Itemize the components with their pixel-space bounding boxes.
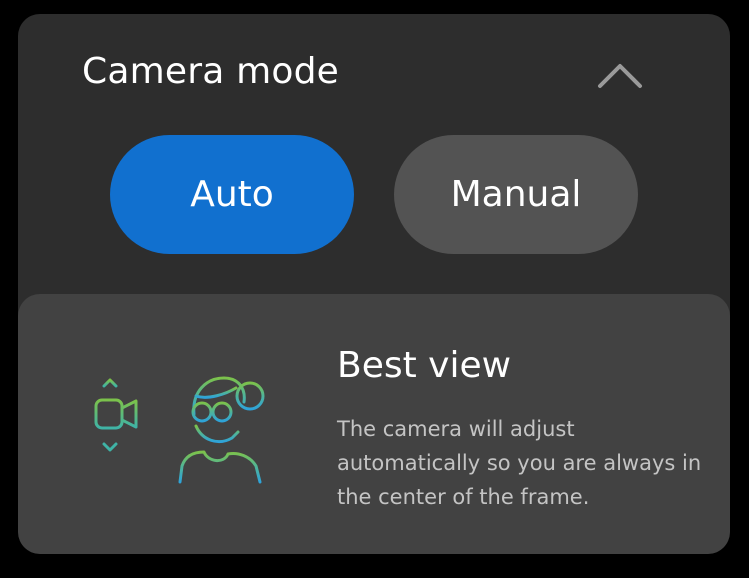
best-view-description: The camera will adjust automatically so … — [337, 417, 702, 509]
manual-mode-button[interactable]: Manual — [394, 135, 638, 254]
camera-mode-panel: Camera mode Auto Manual Best view The ca… — [18, 14, 730, 554]
best-view-title: Best view — [337, 345, 512, 386]
best-view-illustration — [94, 376, 265, 484]
person-icon — [178, 376, 265, 484]
auto-mode-button[interactable]: Auto — [110, 135, 354, 254]
collapse-button[interactable] — [590, 50, 650, 100]
chevron-up-icon — [598, 64, 642, 88]
panel-title: Camera mode — [82, 51, 340, 92]
best-view-card: Best view The camera will adjust automat… — [18, 294, 730, 554]
camera-icon — [94, 378, 138, 452]
